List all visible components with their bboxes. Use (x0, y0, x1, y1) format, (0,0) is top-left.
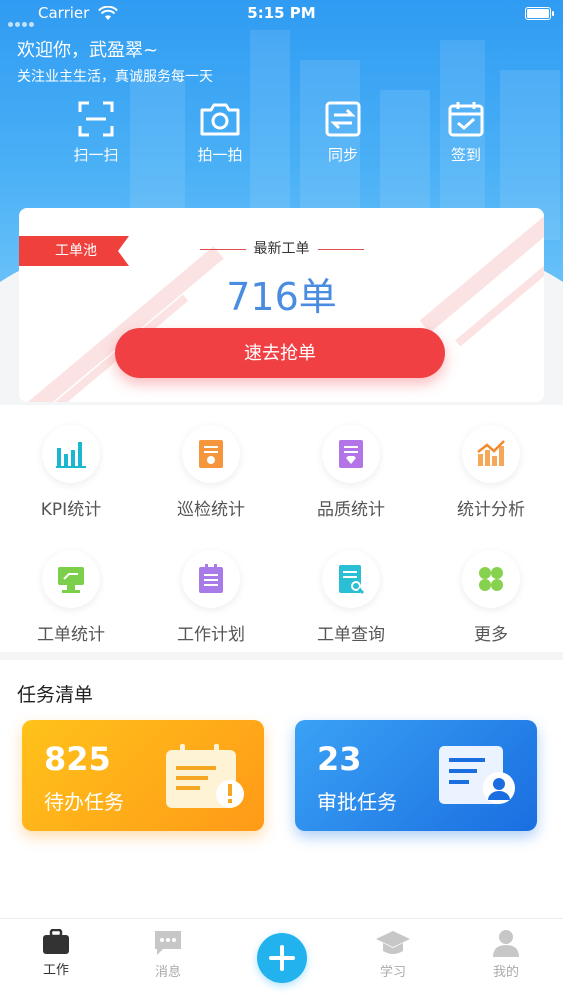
order-count: 716单 (226, 275, 337, 319)
camera-icon (200, 103, 240, 136)
tab-messages[interactable]: 消息 (128, 929, 208, 980)
more-icon (479, 567, 503, 591)
grid-label-quality: 品质统计 (317, 500, 385, 520)
person-icon (493, 930, 519, 957)
plan-icon (199, 564, 223, 593)
kpi-chart-icon (56, 442, 86, 468)
tab-profile-label: 我的 (492, 965, 519, 980)
battery-icon (525, 7, 554, 20)
grid-item-inspection[interactable]: 巡检统计 (141, 425, 281, 520)
grid-item-more[interactable]: 更多 (421, 550, 561, 645)
approval-label: 审批任务 (317, 790, 397, 814)
grid-item-analysis[interactable]: 统计分析 (421, 425, 561, 520)
quality-icon (339, 440, 363, 468)
clock: 5:15 PM (247, 4, 316, 22)
tab-study[interactable]: 学习 (353, 929, 433, 980)
tab-work-label: 工作 (42, 963, 69, 978)
todo-label: 待办任务 (44, 790, 124, 814)
sync-label: 同步 (327, 146, 358, 164)
sync-icon (325, 101, 361, 137)
plus-icon (269, 945, 295, 971)
todo-count: 825 (44, 740, 111, 778)
inspection-icon (199, 440, 223, 468)
photo-label: 拍一拍 (197, 146, 243, 164)
scan-label: 扫一扫 (73, 146, 119, 164)
approval-icon (439, 746, 515, 804)
sync-button[interactable]: 同步 (298, 100, 388, 165)
checkin-icon (448, 102, 484, 137)
grid-label-more: 更多 (474, 625, 508, 645)
grid-item-order-stats[interactable]: 工单统计 (1, 550, 141, 645)
checkin-button[interactable]: 签到 (421, 100, 511, 165)
grid-label-inspection: 巡检统计 (177, 500, 245, 520)
analysis-icon (477, 440, 505, 466)
grid-label-order-stats: 工单统计 (37, 625, 105, 645)
grid-label-kpi: KPI统计 (40, 500, 102, 520)
add-button[interactable] (257, 933, 307, 983)
photo-button[interactable]: 拍一拍 (175, 100, 265, 165)
grid-label-order-query: 工单查询 (317, 625, 385, 645)
calendar-alert-icon (166, 744, 244, 808)
grid-item-kpi[interactable]: KPI统计 (1, 425, 141, 520)
briefcase-icon (43, 929, 69, 954)
scan-icon (78, 101, 114, 137)
grid-item-plan[interactable]: 工作计划 (141, 550, 281, 645)
latest-orders-caption: 最新工单 (0, 238, 563, 258)
tab-work[interactable]: 工作 (16, 929, 96, 978)
status-bar: Carrier 5:15 PM (0, 0, 563, 28)
scan-button[interactable]: 扫一扫 (51, 100, 141, 165)
latest-orders-text: 最新工单 (253, 241, 310, 257)
task-list-title: 任务清单 (17, 684, 94, 706)
slogan-text: 关注业主生活，真诚服务每一天 (17, 69, 213, 85)
grid-item-order-query[interactable]: 工单查询 (281, 550, 421, 645)
grid-item-quality[interactable]: 品质统计 (281, 425, 421, 520)
checkin-label: 签到 (450, 146, 481, 164)
task-list-section: 任务清单 825 待办任务 23 审批任务 (0, 660, 563, 918)
tab-messages-label: 消息 (154, 965, 181, 980)
order-query-icon (339, 565, 365, 595)
approval-count: 23 (317, 740, 362, 778)
grid-label-plan: 工作计划 (177, 625, 245, 645)
order-stats-icon (58, 567, 84, 593)
grab-order-button[interactable]: 速去抢单 (115, 328, 445, 378)
graduation-cap-icon (376, 931, 410, 954)
tab-study-label: 学习 (379, 965, 406, 980)
grid-label-analysis: 统计分析 (457, 500, 525, 520)
greeting-text: 欢迎你，武盈翠~ (17, 40, 159, 61)
approval-task-card[interactable]: 23 审批任务 (295, 720, 537, 831)
feature-grid: KPI统计 巡检统计 品质统计 统计分析 工单统计 工作计划 工单查询 更多 (0, 405, 563, 652)
todo-task-card[interactable]: 825 待办任务 (22, 720, 264, 831)
message-icon (155, 931, 181, 955)
tab-profile[interactable]: 我的 (466, 929, 546, 980)
